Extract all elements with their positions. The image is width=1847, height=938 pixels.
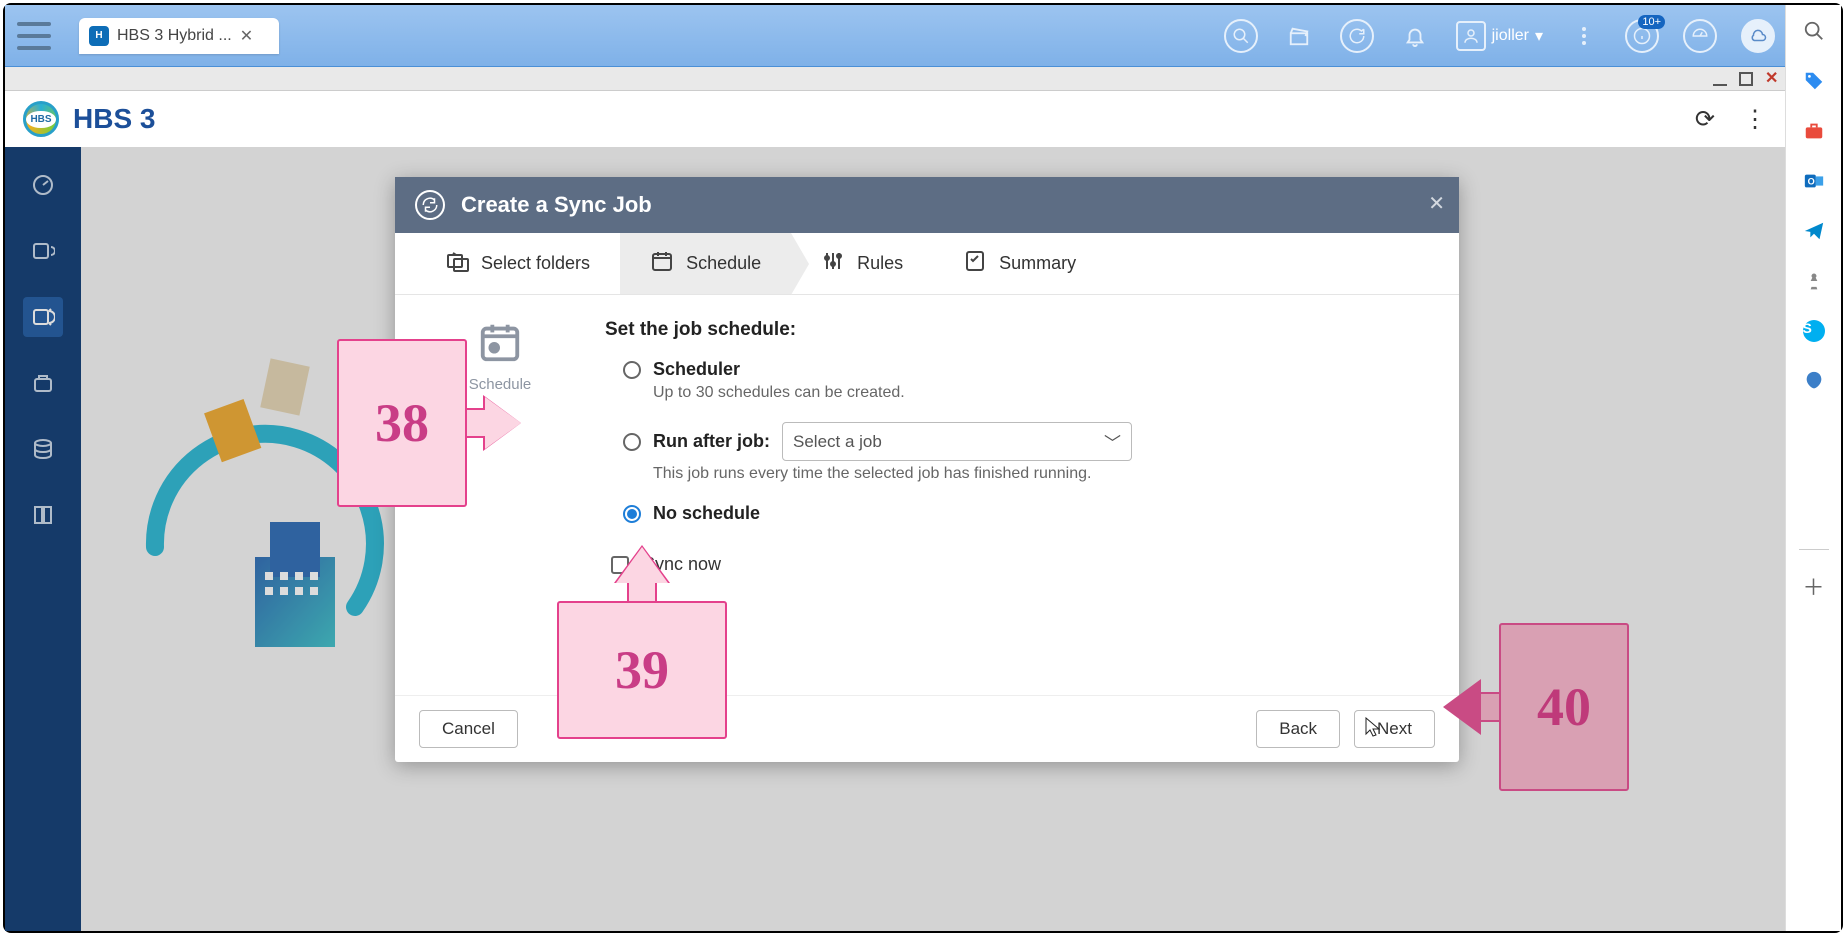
refresh-device-icon[interactable] [1340, 19, 1374, 53]
radio-no-schedule[interactable] [623, 505, 641, 523]
sidebar-tag-icon[interactable] [1800, 67, 1828, 95]
sidebar-chess-icon[interactable] [1800, 267, 1828, 295]
create-sync-job-dialog: Create a Sync Job ✕ Select folders [395, 177, 1459, 762]
run-after-description: This job runs every time the selected jo… [653, 465, 1409, 483]
app-menu-icon[interactable]: ⋮ [1743, 105, 1767, 134]
step-label: Summary [999, 253, 1076, 274]
sliders-icon [821, 249, 845, 279]
tab-close-icon[interactable]: ✕ [240, 26, 253, 46]
system-topbar: H HBS 3 Hybrid ... ✕ [5, 5, 1785, 67]
user-name-label: jioller [1492, 27, 1529, 45]
dashboard-icon[interactable] [1683, 19, 1717, 53]
wizard-steps: Select folders Schedule Ru [395, 233, 1459, 295]
modal-footer: Cancel Back Next [395, 695, 1459, 762]
bell-icon[interactable] [1398, 19, 1432, 53]
dropdown-caret-icon: ▾ [1535, 26, 1543, 46]
step-select-folders[interactable]: Select folders [415, 233, 620, 294]
user-avatar-icon [1456, 21, 1486, 51]
menu-button[interactable] [17, 22, 51, 50]
step-indicator-label: Schedule [435, 376, 565, 393]
info-badge: 10+ [1638, 15, 1665, 29]
more-icon[interactable] [1567, 19, 1601, 53]
radio-no-schedule-label: No schedule [653, 503, 760, 524]
step-indicator: Schedule [435, 319, 565, 675]
cloud-icon[interactable] [1741, 19, 1775, 53]
minimize-icon[interactable] [1713, 72, 1727, 86]
app-tab-icon: H [89, 26, 109, 46]
close-icon[interactable]: ✕ [1765, 72, 1779, 86]
sidebar-outlook-icon[interactable]: O [1800, 167, 1828, 195]
app-title: HBS 3 [73, 103, 155, 135]
app-header: HBS HBS 3 ⟳ ⋮ [5, 91, 1785, 147]
mouse-cursor-icon [1365, 717, 1381, 737]
refresh-icon[interactable]: ⟳ [1695, 105, 1715, 134]
radio-scheduler-label: Scheduler [653, 359, 740, 380]
sidebar-briefcase-icon[interactable] [1800, 117, 1828, 145]
sidebar-send-icon[interactable] [1800, 217, 1828, 245]
folder-icon [445, 249, 469, 279]
svg-text:O: O [1807, 177, 1814, 187]
app-tab-label: HBS 3 Hybrid ... [117, 27, 232, 45]
search-icon[interactable] [1224, 19, 1258, 53]
step-label: Rules [857, 253, 903, 274]
checkbox-sync-now[interactable] [611, 556, 629, 574]
modal-header: Create a Sync Job ✕ [395, 177, 1459, 233]
calendar-icon [650, 249, 674, 279]
modal-title: Create a Sync Job [461, 192, 652, 218]
sidebar-search-icon[interactable] [1800, 17, 1828, 45]
maximize-icon[interactable] [1739, 72, 1753, 86]
info-icon[interactable]: 10+ [1625, 19, 1659, 53]
step-summary[interactable]: Summary [933, 233, 1106, 294]
user-menu[interactable]: jioller ▾ [1456, 21, 1543, 51]
step-label: Select folders [481, 253, 590, 274]
cancel-button[interactable]: Cancel [419, 710, 518, 748]
radio-run-after-label: Run after job: [653, 431, 770, 452]
select-job-placeholder: Select a job [793, 432, 882, 452]
step-schedule[interactable]: Schedule [620, 233, 791, 294]
sidebar-app-icon[interactable] [1800, 367, 1828, 395]
back-button[interactable]: Back [1256, 710, 1340, 748]
section-title: Set the job schedule: [605, 319, 1409, 341]
step-label: Schedule [686, 253, 761, 274]
step-rules[interactable]: Rules [791, 233, 933, 294]
summary-icon [963, 249, 987, 279]
sidebar-skype-icon[interactable]: S [1800, 317, 1828, 345]
next-button[interactable]: Next [1354, 710, 1435, 748]
sidebar-add-icon[interactable]: ＋ [1800, 572, 1828, 600]
radio-run-after-job[interactable] [623, 433, 641, 451]
clapper-icon[interactable] [1282, 19, 1316, 53]
scheduler-description: Up to 30 schedules can be created. [653, 384, 1409, 402]
modal-close-icon[interactable]: ✕ [1428, 191, 1445, 216]
window-controls: ✕ [5, 67, 1785, 91]
app-tab[interactable]: H HBS 3 Hybrid ... ✕ [79, 18, 279, 54]
chevron-down-icon: ﹀ [1104, 429, 1121, 454]
checkbox-sync-now-label: Sync now [643, 554, 721, 575]
select-job-dropdown[interactable]: Select a job ﹀ [782, 422, 1132, 461]
right-app-sidebar: O S ＋ [1785, 5, 1841, 931]
sync-icon [415, 190, 445, 220]
hbs-logo-icon: HBS [23, 101, 59, 137]
radio-scheduler[interactable] [623, 361, 641, 379]
